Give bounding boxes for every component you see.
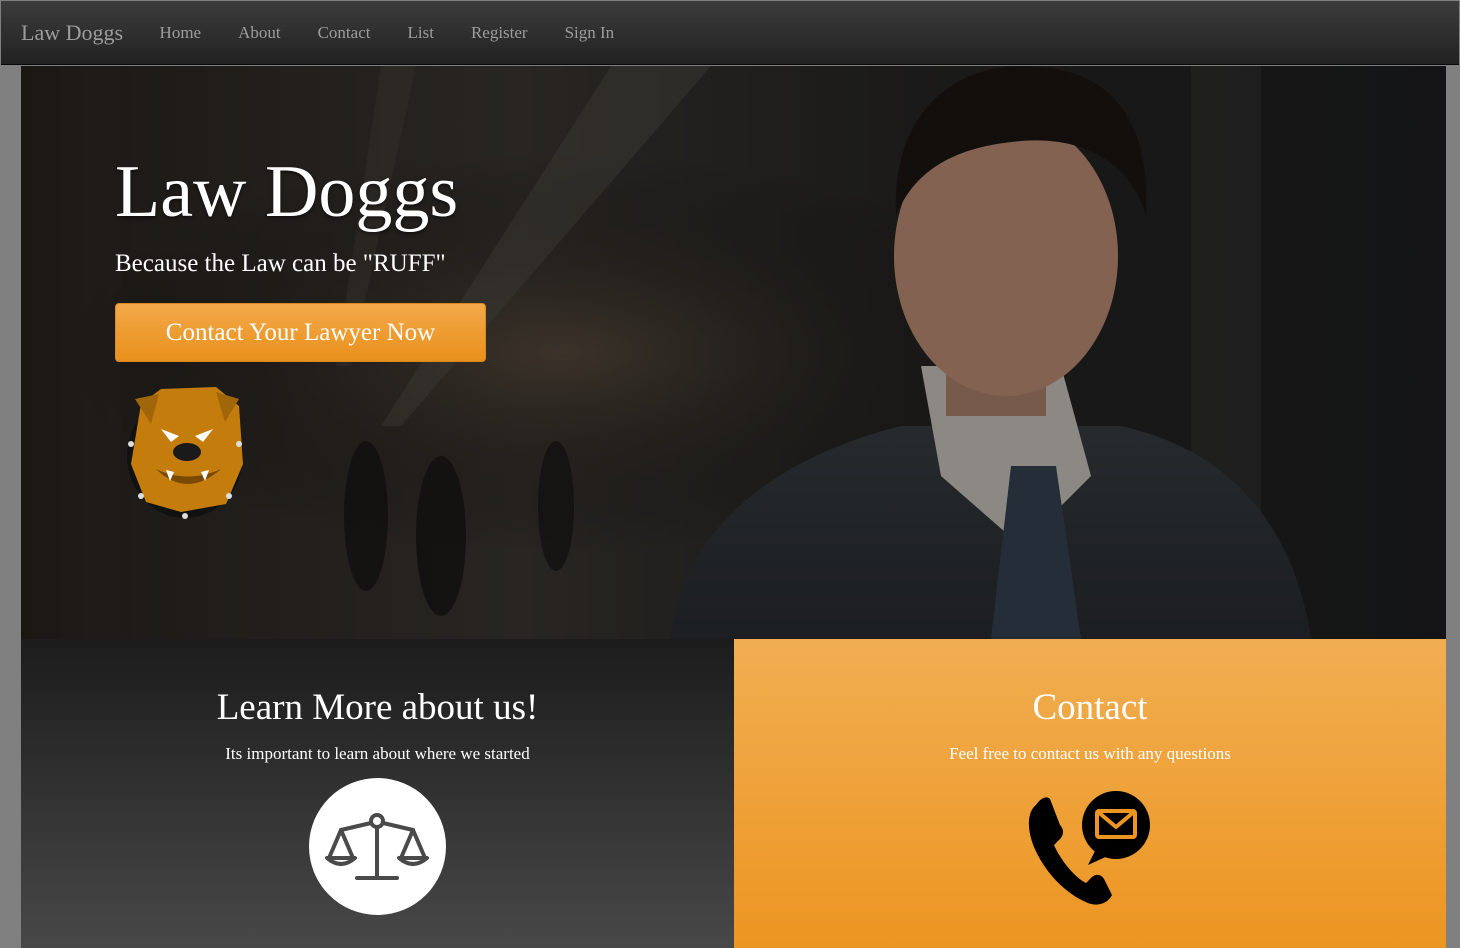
hero-section: Law Doggs Because the Law can be "RUFF" … bbox=[21, 66, 1446, 639]
about-panel: Learn More about us! Its important to le… bbox=[21, 639, 734, 948]
nav-link-list[interactable]: List bbox=[389, 23, 452, 43]
bulldog-logo-icon bbox=[127, 387, 243, 519]
nav-link-home[interactable]: Home bbox=[141, 23, 220, 43]
navbar-brand[interactable]: Law Doggs bbox=[21, 20, 123, 46]
about-panel-title: Learn More about us! bbox=[216, 687, 539, 728]
nav-link-about[interactable]: About bbox=[220, 23, 300, 43]
about-link[interactable] bbox=[309, 778, 446, 915]
hero-subtitle: Because the Law can be "RUFF" bbox=[115, 250, 446, 277]
nav-link-sign-in[interactable]: Sign In bbox=[546, 23, 633, 43]
scales-of-justice-icon bbox=[325, 813, 429, 880]
contact-lawyer-button[interactable]: Contact Your Lawyer Now bbox=[115, 303, 486, 362]
hero-title: Law Doggs bbox=[115, 151, 459, 233]
about-panel-text: Its important to learn about where we st… bbox=[225, 744, 530, 763]
contact-panel: Contact Feel free to contact us with any… bbox=[734, 639, 1446, 948]
nav-link-contact[interactable]: Contact bbox=[299, 23, 389, 43]
nav-link-register[interactable]: Register bbox=[452, 23, 546, 43]
top-navbar: Law Doggs Home About Contact List Regist… bbox=[1, 1, 1459, 65]
hero-text: Law Doggs Because the Law can be "RUFF" bbox=[115, 152, 458, 278]
contact-panel-title: Contact bbox=[1032, 687, 1148, 728]
contact-panel-text: Feel free to contact us with any questio… bbox=[949, 744, 1231, 763]
phone-and-mail-icon[interactable] bbox=[1026, 787, 1154, 907]
